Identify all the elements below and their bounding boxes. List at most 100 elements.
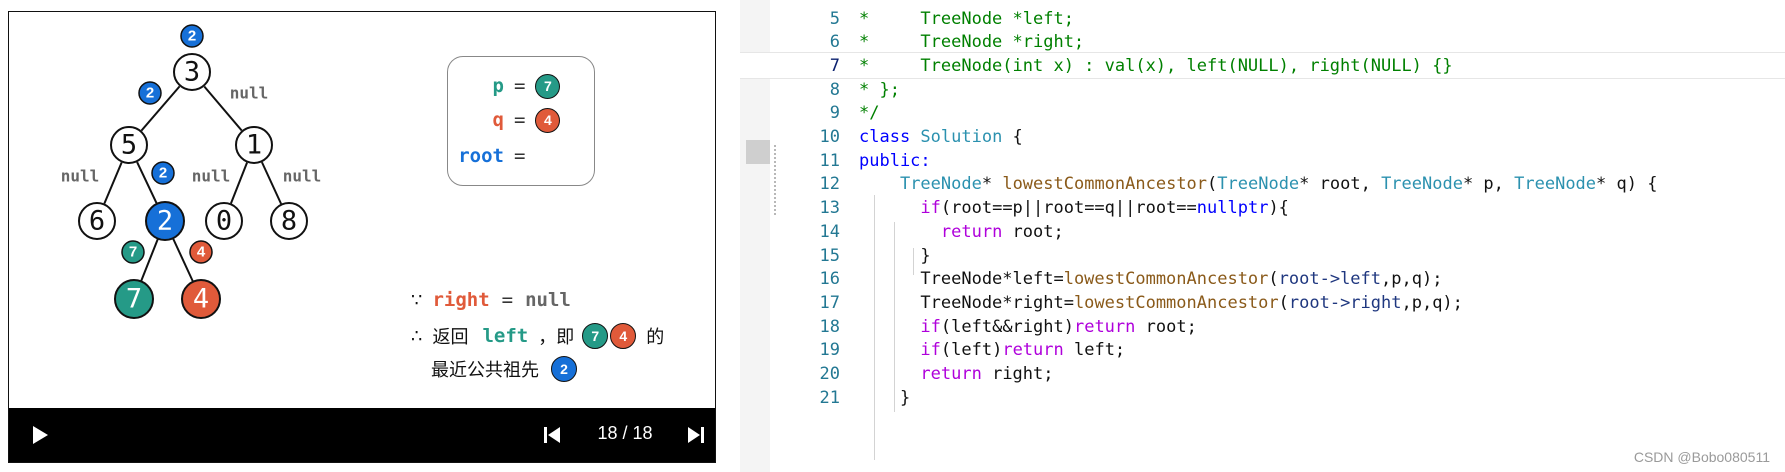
code-token-function: lowestCommonAncestor	[1002, 174, 1208, 195]
line-number: 16	[819, 269, 840, 290]
var-q-row: q = 4	[448, 107, 561, 133]
code-token-plain: root;	[1002, 221, 1064, 242]
code-text: */	[859, 103, 879, 123]
tree-edge-n5-n6	[103, 162, 123, 204]
previous-step-button[interactable]	[537, 420, 567, 450]
code-token-plain: (	[1207, 174, 1218, 195]
tree-edge-n1-n8	[261, 161, 282, 205]
code-line-21[interactable]: 21 }	[740, 384, 1785, 411]
code-token-control: return	[1073, 316, 1136, 337]
code-token-plain: TreeNode*left=	[859, 269, 1064, 290]
code-token-type: TreeNode	[899, 174, 982, 195]
code-token-type: TreeNode	[1381, 174, 1463, 195]
tree-node-label-8: 8	[281, 206, 297, 237]
code-text: class Solution {	[859, 127, 1023, 147]
code-token-plain: * root,	[1299, 174, 1382, 195]
code-token-comment: * TreeNode *right;	[859, 32, 1085, 53]
line-number: 11	[819, 150, 840, 171]
code-token-plain: *	[981, 174, 1003, 195]
tree-edge-n2-n7	[140, 238, 159, 282]
tree-node-label-5: 5	[121, 130, 137, 161]
code-token-plain: ){	[1268, 198, 1289, 219]
return-text: 返回	[432, 327, 469, 348]
de-text: 的	[646, 327, 665, 348]
null-right3-label: null	[230, 84, 269, 103]
skip-previous-icon	[544, 427, 560, 443]
code-token-type: Solution	[920, 127, 1003, 147]
therefore-line: ∴ 返回 left ，即 7 4 的	[411, 323, 664, 349]
because-symbol: ∵	[411, 289, 423, 311]
line-number: 19	[819, 340, 840, 361]
line-number: 6	[829, 32, 840, 53]
tree-node-label-1: 1	[246, 130, 262, 161]
code-token-plain: }	[859, 387, 911, 408]
code-text: * };	[859, 80, 900, 100]
var-q-eq: =	[514, 109, 526, 131]
b-right5-badge-label: 2	[159, 165, 167, 182]
line-number: 18	[819, 316, 840, 337]
code-token-control: return	[940, 221, 1003, 242]
code-token-comment: * };	[859, 79, 900, 100]
code-token-member: root->left	[1278, 269, 1382, 290]
binary-tree-diagram: null null null null 3 5 1 6 2 0 8 7 4 2 2 2 7 4	[61, 24, 322, 319]
tree-node-label-0: 0	[216, 206, 232, 237]
code-token-plain: {	[1002, 127, 1023, 147]
left-word: left	[482, 325, 529, 347]
therefore-symbol: ∴	[411, 325, 423, 347]
watermark: CSDN @Bobo080511	[1633, 449, 1770, 465]
line-number: 8	[829, 79, 840, 100]
code-text: return right;	[859, 364, 1053, 384]
play-button[interactable]	[25, 420, 55, 450]
code-token-plain: (	[1268, 269, 1279, 290]
code-token-comment: * TreeNode(int x) : val(x), left(NULL), …	[859, 55, 1453, 76]
variables-box: p = 7 q = 4 root =	[447, 56, 595, 186]
var-p-row: p = 7	[448, 73, 561, 99]
code-token-plain: TreeNode*right=	[859, 292, 1074, 313]
code-text: if(root==p||root==q||root==nullptr){	[859, 198, 1289, 218]
code-text: * TreeNode *left;	[859, 9, 1074, 29]
code-text: TreeNode*left=lowestCommonAncestor(root-…	[859, 269, 1442, 289]
null-right1-label: null	[283, 167, 322, 186]
line-number: 14	[819, 221, 840, 242]
badge-lca-inline: 2	[551, 356, 577, 382]
tree-node-label-2: 2	[157, 206, 173, 237]
slide-panel: null null null null 3 5 1 6 2 0 8 7 4 2 2 2 7 4 p = 7 q =…	[8, 11, 716, 463]
code-token-control: return	[920, 364, 982, 384]
code-token-control: if	[920, 316, 941, 337]
play-icon	[33, 426, 48, 444]
because-eq: =	[501, 289, 514, 311]
line-number: 20	[819, 364, 840, 384]
var-q-label: q	[492, 109, 504, 131]
line-number: 7	[829, 55, 840, 76]
b-right2-badge-label: 4	[197, 244, 206, 261]
code-editor[interactable]: 5 * TreeNode *left; 6 * TreeNode *right; 7 * …	[740, 0, 1785, 472]
var-p-eq: =	[514, 75, 526, 97]
code-token-plain: root;	[1135, 316, 1197, 337]
code-token-control: return	[1002, 340, 1064, 361]
lca-text: 最近公共祖先	[431, 360, 539, 381]
player-control-bar: 18 / 18	[9, 408, 715, 462]
line-number: 10	[819, 127, 840, 147]
code-text: * TreeNode *right;	[859, 32, 1084, 52]
line-number: 15	[819, 245, 840, 266]
null-left1-label: null	[192, 167, 231, 186]
code-text: if(left&&right)return root;	[859, 316, 1197, 337]
var-root-eq: =	[514, 145, 526, 167]
code-token-member: root->right	[1288, 292, 1402, 313]
code-token-plain: * p,	[1462, 174, 1515, 195]
code-token-type: TreeNode	[1514, 174, 1597, 195]
indent-guide-2	[894, 222, 895, 412]
right-word: right	[432, 289, 490, 311]
skip-next-icon	[688, 427, 704, 443]
code-token-control: if	[920, 198, 941, 219]
next-step-button[interactable]	[681, 420, 711, 450]
code-text: * TreeNode(int x) : val(x), left(NULL), …	[859, 56, 1453, 76]
code-text: if(left)return left;	[859, 340, 1125, 360]
tree-node-label-4: 4	[193, 284, 209, 315]
badge-p-inline: 7	[582, 323, 609, 349]
b-left2-badge-label: 7	[129, 244, 137, 261]
